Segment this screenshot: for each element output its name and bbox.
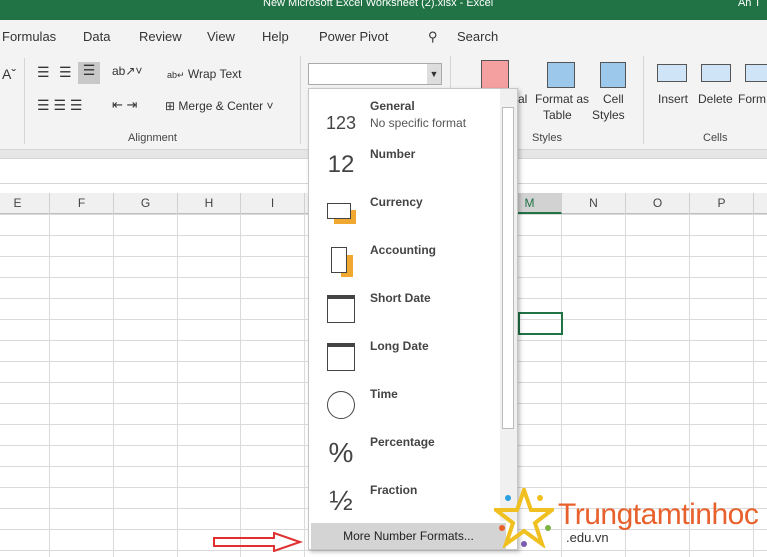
fraction-icon: ½: [329, 485, 353, 516]
gridline: [177, 214, 178, 557]
cell-styles-label-2[interactable]: Styles: [592, 108, 625, 122]
column-header[interactable]: I: [241, 193, 305, 214]
tab-formulas[interactable]: Formulas: [2, 29, 56, 44]
format-currency[interactable]: Currency: [309, 187, 499, 235]
format-description: No specific format: [370, 116, 467, 130]
tab-power-pivot[interactable]: Power Pivot: [319, 29, 388, 44]
calendar-icon: [323, 339, 359, 375]
align-top-icon[interactable]: ☰: [37, 64, 50, 81]
watermark-logo: Trungtamtinhoc .edu.vn: [494, 486, 767, 557]
number-format-combo[interactable]: ▼: [308, 63, 442, 85]
wrap-text-label: Wrap Text: [187, 67, 242, 81]
wrap-text-button[interactable]: ab↵ Wrap Text: [167, 67, 241, 81]
format-as-table-label[interactable]: Format as: [535, 92, 589, 106]
title-bar: New Microsoft Excel Worksheet (2).xlsx -…: [0, 0, 767, 20]
more-number-formats-button[interactable]: More Number Formats...: [311, 523, 506, 549]
cells-group-label: Cells: [703, 132, 728, 144]
gridline: [240, 214, 241, 557]
tab-help[interactable]: Help: [262, 29, 289, 44]
insert-cells-icon[interactable]: [657, 64, 687, 82]
format-cells-icon[interactable]: [745, 64, 767, 82]
star-logo-icon: [494, 488, 554, 548]
format-name: Long Date: [370, 339, 429, 353]
format-number[interactable]: 12 Number: [309, 139, 499, 187]
format-percentage[interactable]: % Percentage: [309, 427, 499, 475]
merge-center-label: Merge & Center: [178, 99, 264, 113]
number-icon: 12: [327, 151, 355, 178]
indent-icon[interactable]: ⇤ ⇥: [112, 97, 137, 113]
delete-button[interactable]: Delete: [698, 92, 733, 106]
brand-domain: .edu.vn: [566, 530, 609, 545]
column-header[interactable]: N: [562, 193, 626, 214]
orientation-icon[interactable]: ab↗˅: [112, 64, 142, 78]
currency-icon: [323, 195, 359, 231]
format-name: Short Date: [370, 291, 431, 305]
format-fraction[interactable]: ½ Fraction: [309, 475, 499, 523]
number-format-dropdown: 123 General No specific format 12 Number Cu…: [308, 88, 518, 550]
divider: [643, 56, 644, 144]
align-left-icon[interactable]: ☰ ☰ ☰: [37, 97, 82, 114]
column-header[interactable]: O: [626, 193, 690, 214]
format-name: Percentage: [370, 435, 435, 449]
selected-cell[interactable]: [518, 312, 563, 335]
format-button[interactable]: Form: [738, 92, 766, 106]
column-header[interactable]: P: [690, 193, 754, 214]
format-name: Accounting: [370, 243, 436, 257]
column-header[interactable]: G: [114, 193, 178, 214]
conditional-formatting-icon[interactable]: [481, 60, 509, 90]
merge-center-button[interactable]: ⊞ Merge & Center ˅: [165, 99, 273, 113]
insert-button[interactable]: Insert: [658, 92, 688, 106]
format-accounting[interactable]: Accounting: [309, 235, 499, 283]
format-short-date[interactable]: Short Date: [309, 283, 499, 331]
search-icon[interactable]: ⚲: [428, 29, 438, 45]
window-title: New Microsoft Excel Worksheet (2).xlsx -…: [263, 0, 494, 9]
chevron-down-icon[interactable]: ▼: [427, 64, 441, 84]
column-header[interactable]: H: [178, 193, 241, 214]
merge-icon: ⊞: [165, 99, 176, 113]
align-bottom-icon[interactable]: ☰: [78, 62, 100, 84]
alignment-group-label: Alignment: [128, 132, 177, 144]
wrap-text-icon: ab↵: [167, 70, 185, 80]
conditional-formatting-label[interactable]: al: [518, 92, 527, 106]
format-as-table-icon[interactable]: [547, 62, 575, 88]
gridline: [304, 214, 305, 557]
divider: [300, 56, 301, 144]
format-name: General: [370, 99, 415, 113]
column-header[interactable]: F: [50, 193, 114, 214]
tab-data[interactable]: Data: [83, 29, 110, 44]
format-general[interactable]: 123 General No specific format: [309, 91, 499, 139]
delete-cells-icon[interactable]: [701, 64, 731, 82]
format-name: Currency: [370, 195, 423, 209]
font-size-icon[interactable]: Aˇ: [2, 66, 16, 82]
clock-123-icon: 123: [325, 113, 357, 133]
format-name: Number: [370, 147, 416, 161]
brand-name: Trungtamtinhoc: [558, 498, 759, 531]
format-name: Time: [370, 387, 398, 401]
format-long-date[interactable]: Long Date: [309, 331, 499, 379]
scrollbar-thumb[interactable]: [502, 107, 514, 429]
format-name: Fraction: [370, 483, 418, 497]
cell-styles-label[interactable]: Cell: [603, 92, 624, 106]
styles-group-label: Styles: [532, 132, 562, 144]
format-time[interactable]: Time: [309, 379, 499, 427]
gridline: [49, 214, 50, 557]
accounting-icon: [323, 243, 359, 279]
clock-icon: [323, 387, 359, 423]
tab-view[interactable]: View: [207, 29, 235, 44]
percent-icon: %: [328, 437, 354, 468]
format-as-table-label-2[interactable]: Table: [543, 108, 572, 122]
cell-styles-icon[interactable]: [600, 62, 626, 88]
search-box[interactable]: Search: [457, 29, 498, 44]
align-middle-icon[interactable]: ☰: [59, 64, 72, 81]
red-arrow-annotation: [213, 532, 304, 552]
gridline: [113, 214, 114, 557]
tab-review[interactable]: Review: [139, 29, 182, 44]
user-name[interactable]: An T: [738, 0, 761, 9]
column-header[interactable]: E: [0, 193, 50, 214]
calendar-icon: [323, 291, 359, 327]
ribbon-tabs: Formulas Data Review View Help Power Piv…: [0, 20, 767, 52]
divider: [24, 58, 25, 144]
